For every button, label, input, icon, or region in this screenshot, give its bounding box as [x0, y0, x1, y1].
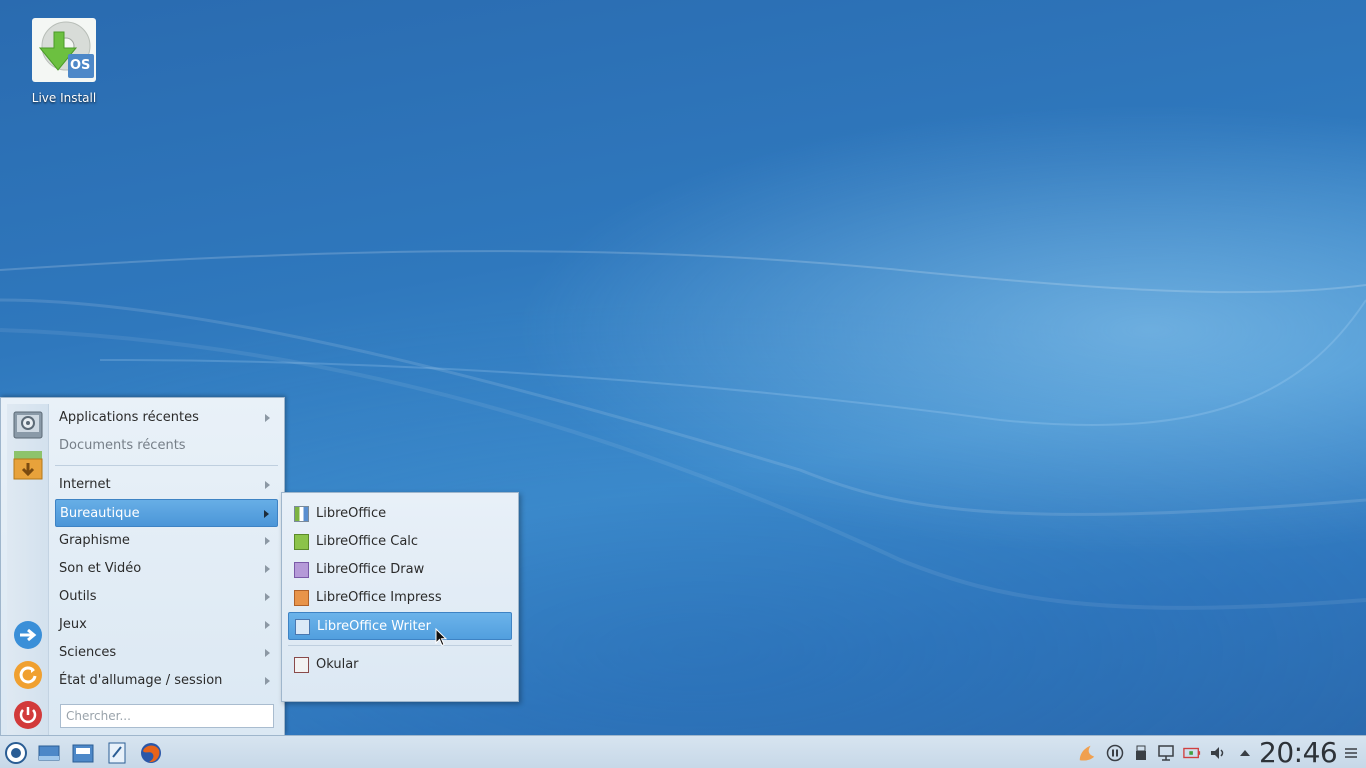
media-pause-icon[interactable] — [1106, 744, 1124, 762]
menu-item-label: Applications récentes — [59, 410, 199, 425]
clock[interactable]: 20:46 — [1259, 736, 1338, 768]
menu-item-label: État d'allumage / session — [59, 673, 223, 688]
launcher-category-list: Applications récentes Documents récents … — [55, 404, 278, 695]
chevron-right-icon — [265, 414, 270, 422]
chevron-right-icon — [265, 677, 270, 685]
libreoffice-icon — [294, 506, 309, 522]
submenu-item-label: LibreOffice Impress — [316, 590, 442, 605]
menu-item-office[interactable]: Bureautique — [55, 499, 278, 527]
menu-item-recent-documents[interactable]: Documents récents — [55, 432, 278, 460]
menu-item-science[interactable]: Sciences — [55, 639, 278, 667]
live-install-badge: OS — [70, 58, 91, 73]
show-desktop-icon[interactable] — [37, 741, 61, 765]
system-settings-icon[interactable] — [11, 408, 45, 442]
menu-item-label: Internet — [59, 477, 111, 492]
usb-device-icon[interactable] — [1132, 744, 1150, 762]
mouse-cursor-icon — [435, 628, 448, 647]
reboot-icon[interactable] — [11, 658, 45, 692]
menu-item-graphics[interactable]: Graphisme — [55, 527, 278, 555]
okular-icon — [294, 657, 309, 673]
desktop-icon-label: Live Install — [31, 91, 97, 105]
chevron-right-icon — [265, 565, 270, 573]
live-install-icon: OS — [32, 18, 96, 82]
menu-item-multimedia[interactable]: Son et Vidéo — [55, 555, 278, 583]
libreoffice-writer-icon — [295, 619, 310, 635]
application-launcher-menu: Applications récentes Documents récents … — [0, 397, 285, 735]
submenu-item-okular[interactable]: Okular — [288, 651, 512, 679]
menu-item-label: Bureautique — [60, 506, 140, 521]
submenu-item-label: LibreOffice Draw — [316, 562, 425, 577]
taskbar: 20:46 — [0, 735, 1366, 768]
libreoffice-calc-icon — [294, 534, 309, 550]
expand-tray-icon[interactable] — [1236, 744, 1254, 762]
submenu-item-libreoffice[interactable]: LibreOffice — [288, 500, 512, 528]
menu-item-power-session[interactable]: État d'allumage / session — [55, 667, 278, 695]
power-icon[interactable] — [11, 698, 45, 732]
office-submenu: LibreOffice LibreOffice Calc LibreOffice… — [281, 492, 519, 702]
menu-item-games[interactable]: Jeux — [55, 611, 278, 639]
chevron-right-icon — [265, 621, 270, 629]
submenu-item-libreoffice-writer[interactable]: LibreOffice Writer — [288, 612, 512, 640]
file-manager-icon[interactable] — [71, 741, 95, 765]
menu-item-tools[interactable]: Outils — [55, 583, 278, 611]
submenu-item-label: LibreOffice — [316, 506, 387, 521]
switch-user-icon[interactable] — [11, 618, 45, 652]
submenu-item-label: Okular — [316, 657, 359, 672]
menu-item-label: Jeux — [59, 617, 87, 632]
hand-icon[interactable] — [1078, 744, 1096, 762]
menu-item-label: Son et Vidéo — [59, 561, 142, 576]
firefox-icon[interactable] — [139, 741, 163, 765]
panel-menu-icon[interactable] — [1342, 744, 1360, 762]
submenu-item-libreoffice-impress[interactable]: LibreOffice Impress — [288, 584, 512, 612]
app-launcher-icon[interactable] — [4, 741, 28, 765]
submenu-item-libreoffice-draw[interactable]: LibreOffice Draw — [288, 556, 512, 584]
chevron-right-icon — [265, 537, 270, 545]
launcher-sidebar — [7, 404, 49, 735]
libreoffice-draw-icon — [294, 562, 309, 578]
submenu-item-label: LibreOffice Writer — [317, 619, 431, 634]
menu-item-label: Outils — [59, 589, 97, 604]
menu-item-label: Documents récents — [59, 438, 186, 453]
software-center-icon[interactable] — [11, 448, 45, 482]
submenu-item-label: LibreOffice Calc — [316, 534, 419, 549]
menu-item-label: Graphisme — [59, 533, 130, 548]
chevron-right-icon — [265, 481, 270, 489]
menu-item-internet[interactable]: Internet — [55, 471, 278, 499]
libreoffice-impress-icon — [294, 590, 309, 606]
volume-icon[interactable] — [1209, 744, 1227, 762]
submenu-separator — [288, 645, 512, 646]
search-placeholder: Chercher... — [66, 709, 131, 723]
menu-separator — [55, 465, 278, 466]
chevron-right-icon — [265, 593, 270, 601]
menu-item-label: Sciences — [59, 645, 117, 660]
chevron-right-icon — [264, 510, 269, 518]
battery-icon[interactable] — [1183, 744, 1201, 762]
submenu-item-libreoffice-calc[interactable]: LibreOffice Calc — [288, 528, 512, 556]
network-icon[interactable] — [1157, 744, 1175, 762]
text-editor-icon[interactable] — [105, 741, 129, 765]
menu-item-recent-applications[interactable]: Applications récentes — [55, 404, 278, 432]
launcher-search-input[interactable]: Chercher... — [60, 704, 274, 728]
chevron-right-icon — [265, 649, 270, 657]
desktop-icon-live-install[interactable]: OS Live Install — [22, 18, 106, 105]
